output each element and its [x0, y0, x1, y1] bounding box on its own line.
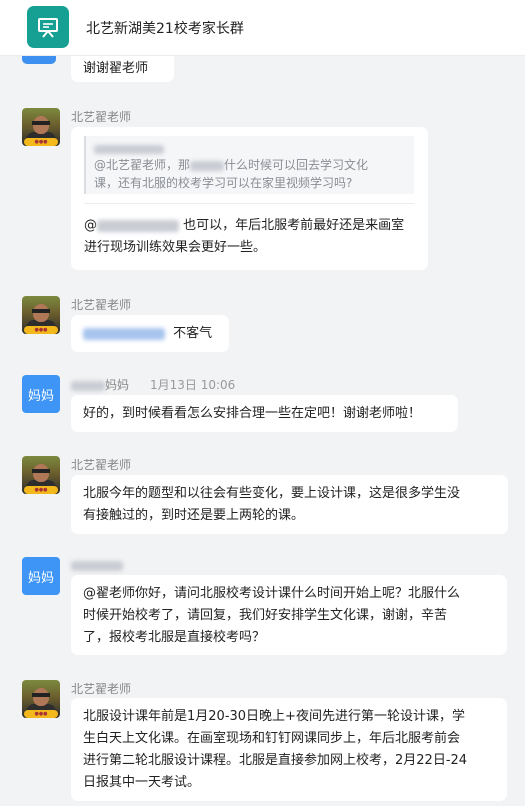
- message-bubble[interactable]: @翟老师你好，请问北服校考设计课什么时间开始上呢？北服什么 时候开始校考了，请回…: [71, 575, 507, 655]
- sender-name: 北艺翟老师: [71, 458, 132, 472]
- message-line: 生白天上文化课。在画室现场和钉钉网课同步上，年后北服考前会: [83, 731, 461, 746]
- quote-text: 课，还有北服的校考学习可以在家里视频学习吗?: [94, 176, 353, 190]
- message-text: 谢谢翟老师: [83, 61, 149, 76]
- sender-name: 妈妈: [71, 376, 129, 393]
- parent-avatar[interactable]: 妈妈: [22, 375, 60, 413]
- message-bubble[interactable]: 北服今年的题型和以往会有些变化，要上设计课，这是很多学生没 有接触过的，到时还是…: [71, 475, 508, 534]
- sender-name: 北艺翟老师: [71, 682, 132, 696]
- group-avatar[interactable]: [27, 6, 69, 48]
- teacher-avatar[interactable]: ●●●: [22, 296, 60, 334]
- quote-text: 什么时候可以回去学习文化: [224, 158, 369, 172]
- redacted-name: [190, 160, 225, 171]
- message-text: 不客气: [173, 326, 213, 341]
- message-bubble[interactable]: 不客气: [71, 315, 229, 352]
- mention-redacted[interactable]: [83, 327, 165, 340]
- sender-name: 北艺翟老师: [71, 110, 132, 124]
- easel-icon: [38, 18, 58, 38]
- quoted-message[interactable]: @北艺翟老师，那 什么时候可以回去学习文化 课，还有北服的校考学习可以在家里视频学…: [84, 136, 414, 194]
- message-line: @翟老师你好，请问北服校考设计课什么时间开始上呢？北服什么: [83, 586, 461, 601]
- reply-line: 进行现场训练效果会更好一些。: [84, 240, 267, 255]
- message-text: 好的，到时候看看怎么安排合理一些在定吧！谢谢老师啦！: [83, 406, 422, 421]
- group-title: 北艺新湖美21校考家长群: [86, 21, 244, 37]
- divider: [84, 203, 414, 204]
- parent-avatar[interactable]: 妈妈: [22, 557, 60, 595]
- message-line: 进行第二轮北服设计课程。北服是直接参加网上校考，2月22日-24: [83, 753, 468, 768]
- message-line: 了，报校考北服是直接校考吗？: [83, 630, 266, 645]
- redacted-name: [94, 145, 164, 154]
- quote-text: @北艺翟老师，那: [94, 158, 191, 172]
- message-bubble[interactable]: 北服设计课年前是1月20-30日晚上+夜间先进行第一轮设计课，学 生白天上文化课…: [71, 698, 507, 801]
- reply-line: 也可以，年后北服考前最好还是来画室: [183, 218, 405, 233]
- redacted-name: [97, 219, 179, 232]
- teacher-avatar[interactable]: ●●●: [22, 456, 60, 494]
- sender-name-suffix: 妈妈: [105, 378, 130, 392]
- message-text: @ 也可以，年后北服考前最好还是来画室: [84, 218, 405, 233]
- avatar[interactable]: [22, 56, 56, 64]
- sender-name: 北艺翟老师: [71, 298, 132, 312]
- message-line: 时候开始校考了，请回复，我们好安排学生文化课，谢谢，辛苦: [83, 608, 448, 623]
- message-time: 1月13日 10:06: [150, 378, 236, 392]
- sender-name: [71, 558, 123, 572]
- message-line: 日报其中一天考试。: [83, 775, 201, 790]
- teacher-avatar[interactable]: ●●●: [22, 108, 60, 146]
- redacted-name: [71, 560, 123, 571]
- redacted-name: [71, 380, 105, 391]
- message-line: 北服设计课年前是1月20-30日晚上+夜间先进行第一轮设计课，学: [83, 709, 465, 724]
- message-line: 北服今年的题型和以往会有些变化，要上设计课，这是很多学生没: [83, 486, 461, 501]
- message-bubble[interactable]: 谢谢翟老师: [71, 52, 174, 82]
- message-line: 有接触过的，到时还是要上两轮的课。: [83, 508, 305, 523]
- chat-header: 北艺新湖美21校考家长群: [0, 0, 525, 56]
- teacher-avatar[interactable]: ●●●: [22, 680, 60, 718]
- message-bubble[interactable]: 好的，到时候看看怎么安排合理一些在定吧！谢谢老师啦！: [71, 395, 458, 432]
